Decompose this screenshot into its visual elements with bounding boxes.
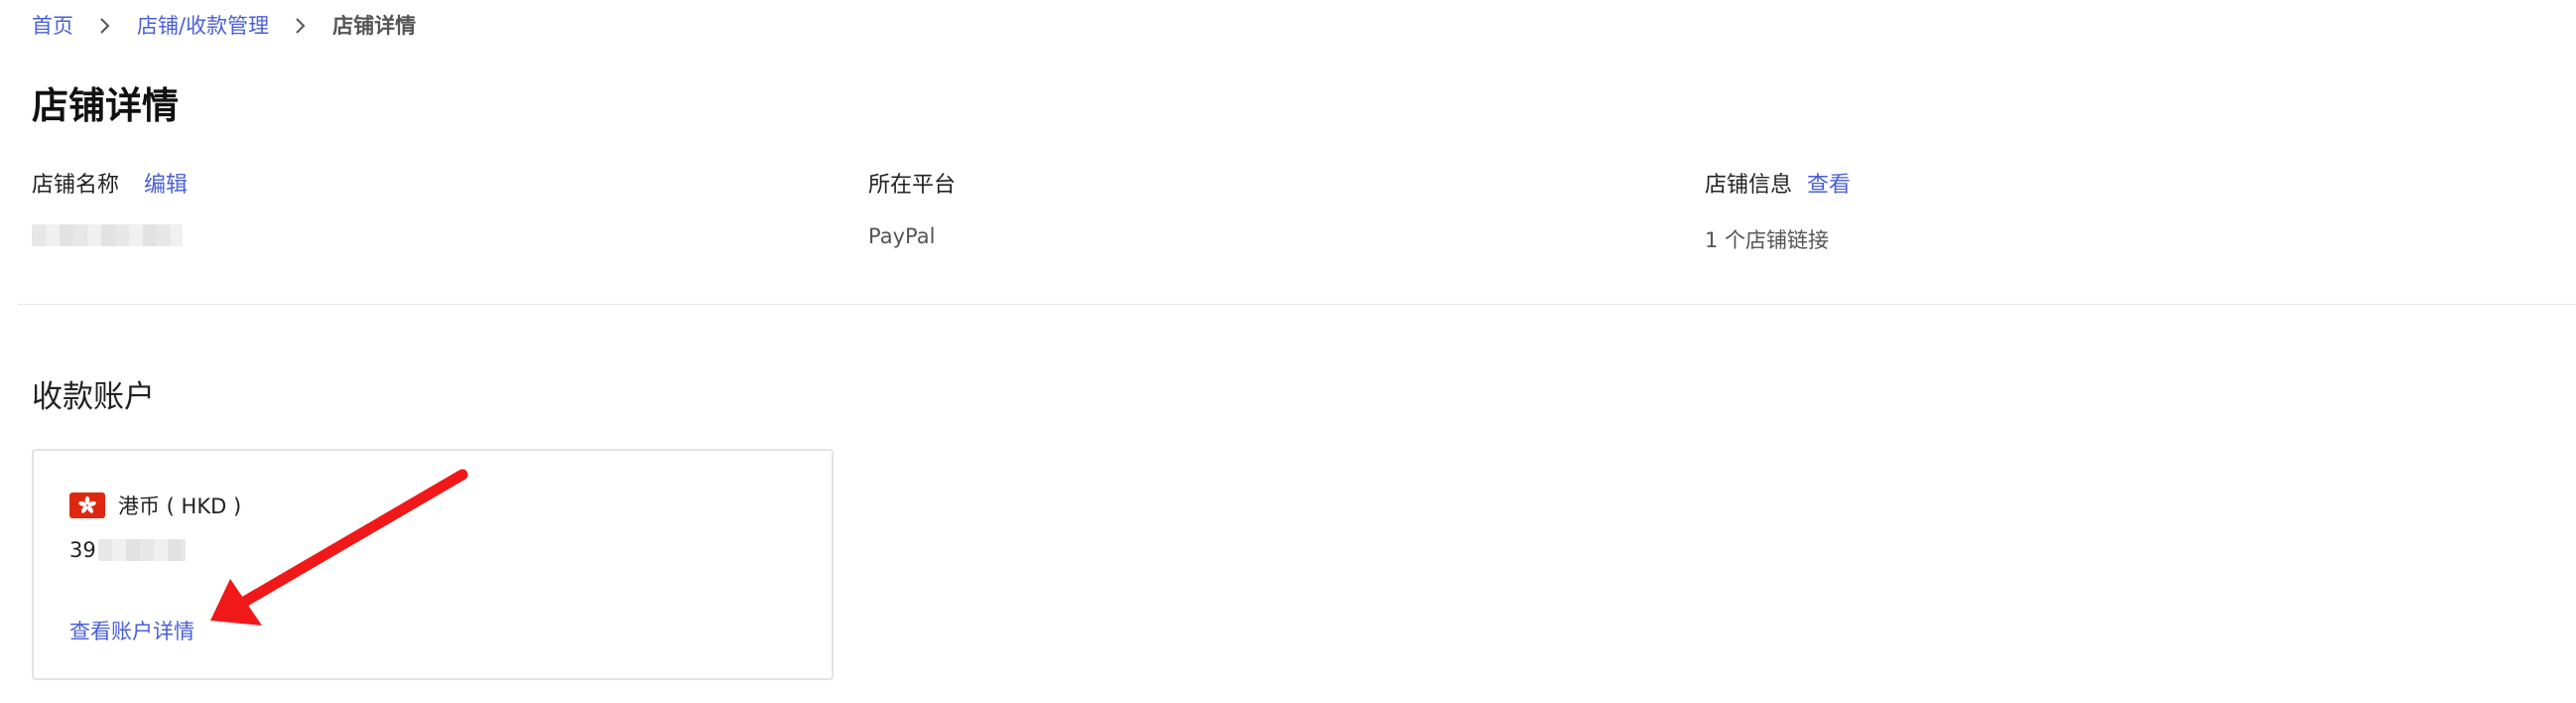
currency-name: 港币 ( HKD ) [118, 494, 242, 518]
chevron-right-icon [73, 13, 137, 37]
redacted-account-number [97, 539, 186, 561]
breadcrumb-current: 店铺详情 [332, 14, 417, 38]
platform-value: PayPal [868, 224, 936, 248]
platform-label: 所在平台 [868, 173, 957, 198]
store-name-value [32, 224, 183, 251]
page-title: 店铺详情 [32, 84, 179, 127]
breadcrumb-store-management[interactable]: 店铺/收款管理 [137, 10, 269, 40]
account-number-prefix: 39 [69, 538, 96, 562]
store-info-label: 店铺信息 [1705, 173, 1793, 198]
edit-store-name-link[interactable]: 编辑 [144, 173, 188, 198]
store-name-label-group: 店铺名称 编辑 [32, 167, 188, 199]
currency-row: 港币 ( HKD ) [69, 491, 241, 520]
store-links-count: 1 个店铺链接 [1705, 228, 1830, 252]
section-divider [18, 304, 2576, 305]
store-name-label: 店铺名称 [32, 173, 120, 198]
redacted-store-name [32, 224, 183, 246]
chevron-right-icon [269, 13, 332, 37]
account-number: 39 [69, 538, 186, 562]
view-store-info-link[interactable]: 查看 [1807, 173, 1851, 198]
hong-kong-flag-icon [69, 492, 105, 518]
account-card-hkd: 港币 ( HKD ) 39 查看账户详情 [32, 449, 834, 680]
store-details-page: 首页 店铺/收款管理 店铺详情 店铺详情 店铺名称 编辑 所在平台 PayPal… [0, 0, 2576, 703]
accounts-section-title: 收款账户 [32, 379, 155, 415]
breadcrumb-home[interactable]: 首页 [32, 10, 73, 40]
store-info-label-group: 店铺信息 查看 [1705, 167, 1851, 199]
view-account-details-link[interactable]: 查看账户详情 [69, 616, 194, 645]
breadcrumb: 首页 店铺/收款管理 店铺详情 [32, 8, 416, 42]
